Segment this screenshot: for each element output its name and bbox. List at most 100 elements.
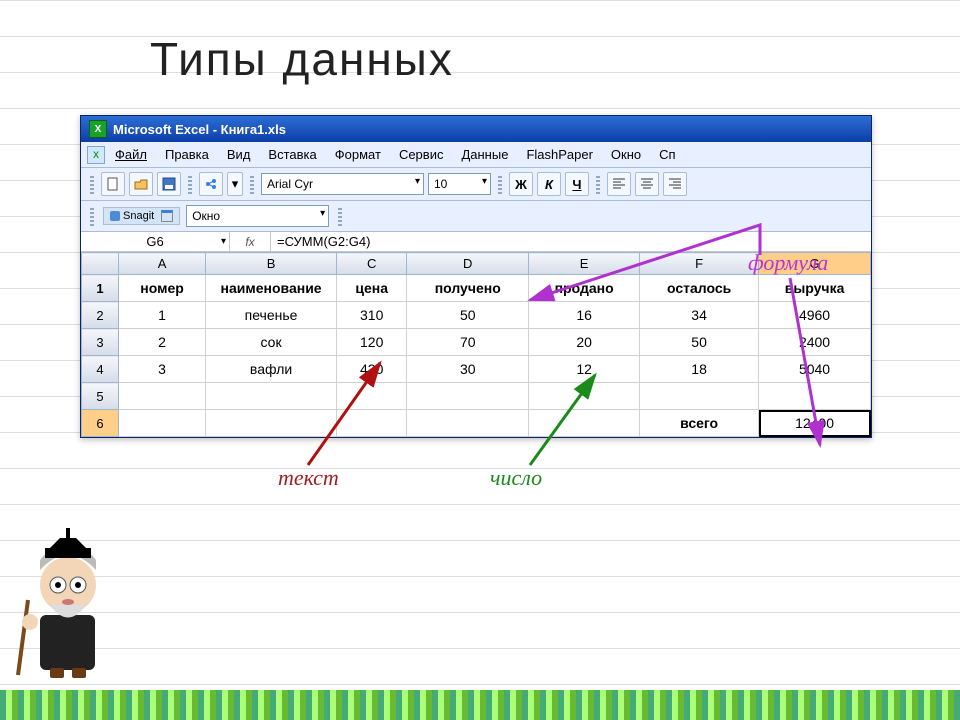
align-right-icon[interactable] — [663, 172, 687, 196]
col-header-b[interactable]: B — [206, 253, 337, 275]
row-header-6[interactable]: 6 — [82, 410, 119, 437]
menu-window[interactable]: Окно — [603, 145, 649, 164]
cell[interactable]: 1 — [119, 302, 206, 329]
cell[interactable] — [119, 410, 206, 437]
cell[interactable] — [119, 383, 206, 410]
cell[interactable] — [407, 410, 529, 437]
cell[interactable]: печенье — [206, 302, 337, 329]
cell[interactable]: 16 — [529, 302, 640, 329]
underline-button[interactable]: Ч — [565, 172, 589, 196]
col-header-c[interactable]: C — [337, 253, 407, 275]
menu-help[interactable]: Сп — [651, 145, 683, 164]
toolbar-grip[interactable] — [596, 174, 600, 194]
table-row: 5 — [82, 383, 871, 410]
share-icon[interactable] — [199, 172, 223, 196]
col-header-a[interactable]: A — [119, 253, 206, 275]
cell[interactable] — [337, 410, 407, 437]
snagit-window-select[interactable]: Окно — [186, 205, 329, 227]
menu-insert[interactable]: Вставка — [260, 145, 324, 164]
new-icon[interactable] — [101, 172, 125, 196]
col-header-e[interactable]: E — [529, 253, 640, 275]
cell[interactable]: 2400 — [759, 329, 871, 356]
cell[interactable]: 30 — [407, 356, 529, 383]
snagit-icon — [110, 211, 120, 221]
formula-input[interactable]: =СУММ(G2:G4) — [271, 232, 871, 251]
menu-file[interactable]: Файл — [107, 145, 155, 164]
cell[interactable]: 50 — [407, 302, 529, 329]
toolbar-grip[interactable] — [250, 174, 254, 194]
cell[interactable] — [529, 383, 640, 410]
cell[interactable]: получено — [407, 275, 529, 302]
table-row: 1 номер наименование цена получено прода… — [82, 275, 871, 302]
titlebar[interactable]: X Microsoft Excel - Книга1.xls — [81, 116, 871, 142]
cell[interactable]: 120 — [337, 329, 407, 356]
toolbar-grip[interactable] — [90, 206, 94, 226]
cell[interactable]: номер — [119, 275, 206, 302]
cell[interactable]: 310 — [337, 302, 407, 329]
cell[interactable] — [337, 383, 407, 410]
row-header-2[interactable]: 2 — [82, 302, 119, 329]
cell[interactable] — [206, 410, 337, 437]
cell[interactable] — [206, 383, 337, 410]
open-icon[interactable] — [129, 172, 153, 196]
cell[interactable]: 20 — [529, 329, 640, 356]
menu-tools[interactable]: Сервис — [391, 145, 452, 164]
select-all-corner[interactable] — [82, 253, 119, 275]
align-center-icon[interactable] — [635, 172, 659, 196]
cell[interactable]: 420 — [337, 356, 407, 383]
name-box[interactable]: G6▾ — [81, 232, 230, 251]
align-left-icon[interactable] — [607, 172, 631, 196]
save-icon[interactable] — [157, 172, 181, 196]
cell[interactable]: цена — [337, 275, 407, 302]
cell[interactable]: 34 — [640, 302, 759, 329]
toolbar-grip[interactable] — [498, 174, 502, 194]
cell[interactable]: сок — [206, 329, 337, 356]
menu-edit[interactable]: Правка — [157, 145, 217, 164]
font-name-select[interactable]: Arial Cyr — [261, 173, 424, 195]
font-size-select[interactable]: 10 — [428, 173, 491, 195]
toolbar-grip[interactable] — [338, 206, 342, 226]
cell[interactable]: 2 — [119, 329, 206, 356]
italic-button[interactable]: К — [537, 172, 561, 196]
cell[interactable]: 4960 — [759, 302, 871, 329]
row-header-3[interactable]: 3 — [82, 329, 119, 356]
cell[interactable]: осталось — [640, 275, 759, 302]
toolbar-grip[interactable] — [188, 174, 192, 194]
cell[interactable] — [759, 383, 871, 410]
cell[interactable]: выручка — [759, 275, 871, 302]
cell[interactable] — [529, 410, 640, 437]
col-header-f[interactable]: F — [640, 253, 759, 275]
cell[interactable]: 3 — [119, 356, 206, 383]
cell[interactable]: продано — [529, 275, 640, 302]
menu-view[interactable]: Вид — [219, 145, 259, 164]
cell[interactable]: 5040 — [759, 356, 871, 383]
snagit-button[interactable]: Snagit — [103, 207, 180, 225]
workbook-icon[interactable]: X — [87, 146, 105, 164]
table-row: 6 всего 12400 — [82, 410, 871, 437]
toolbar-grip[interactable] — [90, 174, 94, 194]
cell[interactable]: всего — [640, 410, 759, 437]
menu-data[interactable]: Данные — [453, 145, 516, 164]
cell[interactable]: 50 — [640, 329, 759, 356]
cell[interactable]: вафли — [206, 356, 337, 383]
row-header-5[interactable]: 5 — [82, 383, 119, 410]
window-icon — [161, 210, 173, 222]
cell[interactable]: наименование — [206, 275, 337, 302]
cell[interactable]: 18 — [640, 356, 759, 383]
snagit-toolbar: Snagit Окно — [81, 201, 871, 232]
annotation-text: текст — [278, 465, 339, 491]
row-header-4[interactable]: 4 — [82, 356, 119, 383]
cell[interactable]: 12 — [529, 356, 640, 383]
col-header-d[interactable]: D — [407, 253, 529, 275]
more-icon[interactable]: ▾ — [227, 172, 243, 196]
menu-format[interactable]: Формат — [327, 145, 389, 164]
fx-label[interactable]: fx — [230, 232, 271, 251]
spreadsheet-grid[interactable]: A B C D E F G 1 номер наименование цена … — [81, 252, 871, 437]
active-cell[interactable]: 12400 — [759, 410, 871, 437]
cell[interactable] — [640, 383, 759, 410]
cell[interactable] — [407, 383, 529, 410]
cell[interactable]: 70 — [407, 329, 529, 356]
bold-button[interactable]: Ж — [509, 172, 533, 196]
menu-flashpaper[interactable]: FlashPaper — [518, 145, 600, 164]
row-header-1[interactable]: 1 — [82, 275, 119, 302]
